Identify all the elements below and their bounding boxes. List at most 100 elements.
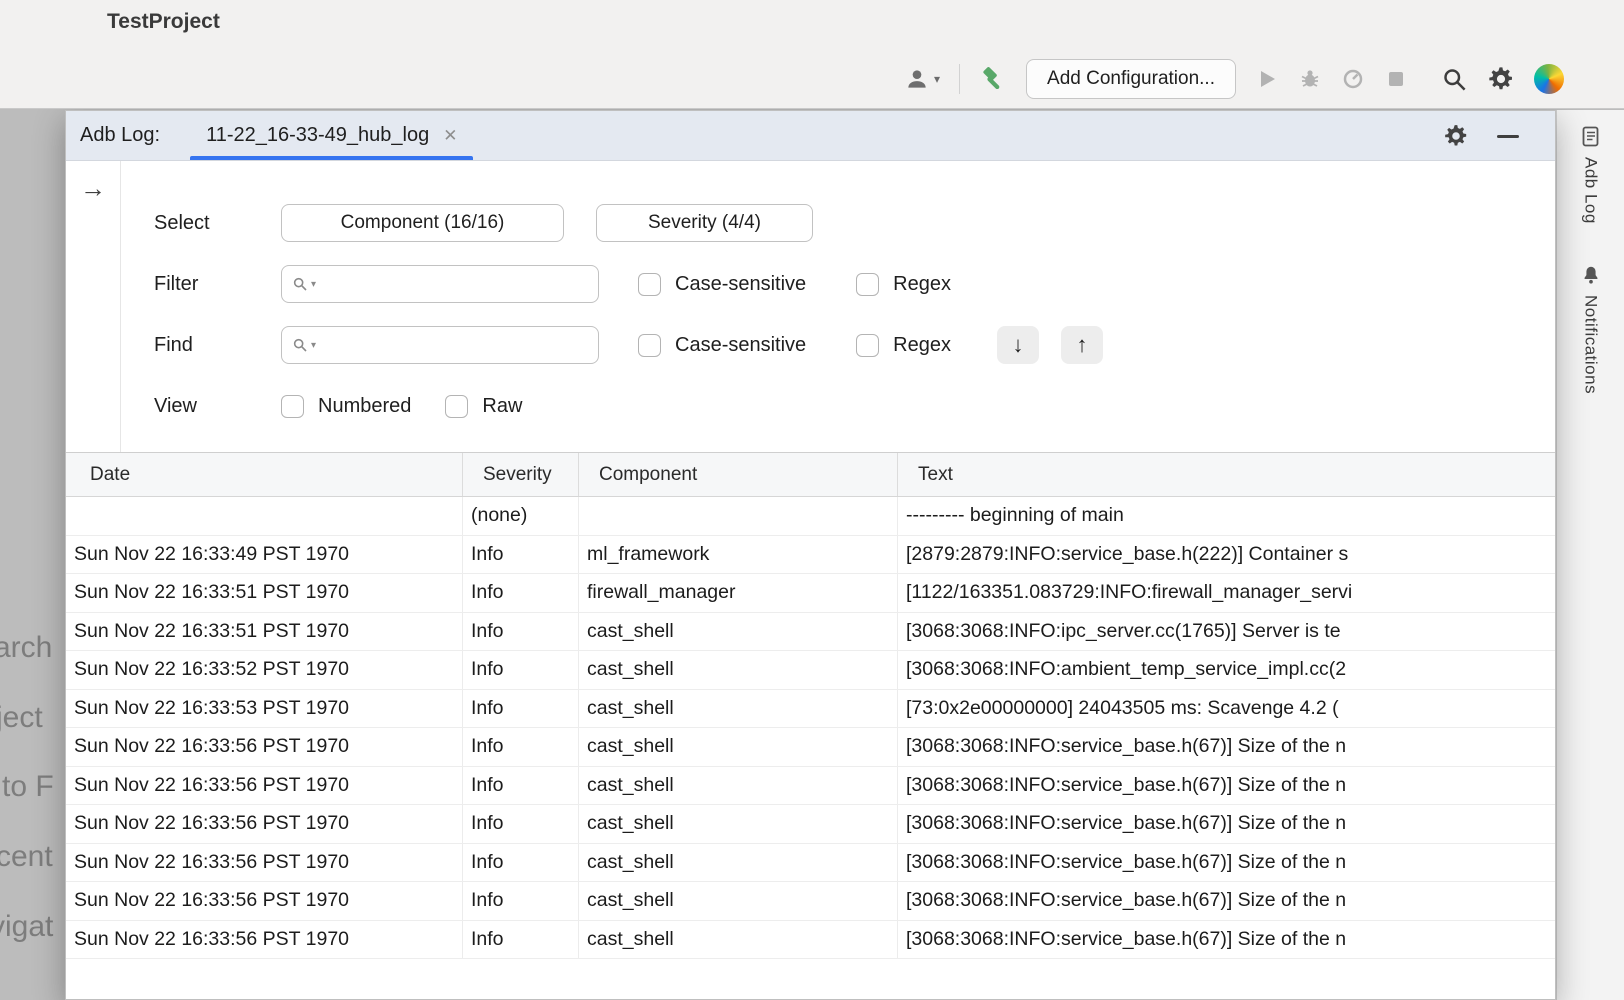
close-icon[interactable]: ✕: [443, 127, 457, 144]
cell-text: [2879:2879:INFO:service_base.h(222)] Con…: [898, 536, 1555, 574]
cell-severity: Info: [463, 651, 579, 689]
find-case-sensitive-group: Case-sensitive: [638, 334, 806, 357]
background-text-fragment: vigat: [0, 910, 53, 944]
select-label: Select: [121, 212, 281, 235]
table-row[interactable]: (none)--------- beginning of main: [66, 497, 1555, 536]
filter-regex-checkbox[interactable]: [856, 273, 879, 296]
cell-severity: Info: [463, 921, 579, 959]
numbered-checkbox[interactable]: [281, 395, 304, 418]
cell-text: [3068:3068:INFO:service_base.h(67)] Size…: [898, 921, 1555, 959]
filter-section: → Select Component (16/16) Severity (4/4…: [66, 161, 1555, 453]
assistant-button[interactable]: [1534, 64, 1564, 94]
cell-text: [3068:3068:INFO:service_base.h(67)] Size…: [898, 728, 1555, 766]
scroll-to-end-icon[interactable]: →: [80, 175, 106, 452]
find-row: Find ▾ Case-sensitive Regex ↓ ↑: [121, 326, 1555, 364]
regex-label: Regex: [893, 334, 951, 357]
profile-button[interactable]: [1341, 67, 1365, 91]
stop-button[interactable]: [1384, 67, 1408, 91]
log-table-body: (none)--------- beginning of mainSun Nov…: [66, 497, 1555, 999]
bug-icon: [1298, 67, 1322, 91]
table-row[interactable]: Sun Nov 22 16:33:56 PST 1970Infocast_she…: [66, 882, 1555, 921]
cell-component: cast_shell: [579, 882, 898, 920]
cell-text: [3068:3068:INFO:service_base.h(67)] Size…: [898, 767, 1555, 805]
chevron-down-icon[interactable]: ▾: [311, 340, 316, 351]
search-everywhere-button[interactable]: [1441, 66, 1468, 93]
tool-button-label: Notifications: [1581, 295, 1601, 394]
cell-date: Sun Nov 22 16:33:53 PST 1970: [66, 690, 463, 728]
user-icon: [904, 66, 930, 92]
add-configuration-button[interactable]: Add Configuration...: [1026, 59, 1236, 99]
table-row[interactable]: Sun Nov 22 16:33:51 PST 1970Infofirewall…: [66, 574, 1555, 613]
case-sensitive-label: Case-sensitive: [675, 334, 806, 357]
search-icon: [292, 337, 308, 353]
run-button[interactable]: [1255, 67, 1279, 91]
column-header-text[interactable]: Text: [898, 453, 1555, 496]
settings-button[interactable]: [1487, 65, 1515, 93]
main-toolbar: ▾ Add Configuration...: [904, 58, 1564, 100]
column-header-date[interactable]: Date: [66, 453, 463, 496]
user-profile-button[interactable]: ▾: [904, 66, 940, 92]
cell-severity: Info: [463, 844, 579, 882]
raw-group: Raw: [445, 395, 522, 418]
titlebar: TestProject ▾ Add Configuration...: [0, 0, 1624, 109]
find-case-sensitive-checkbox[interactable]: [638, 334, 661, 357]
severity-filter-button[interactable]: Severity (4/4): [596, 204, 813, 242]
cell-severity: Info: [463, 690, 579, 728]
log-table: DateSeverityComponentText (none)--------…: [66, 453, 1555, 999]
cell-component: cast_shell: [579, 613, 898, 651]
filter-form: Select Component (16/16) Severity (4/4) …: [121, 161, 1555, 452]
gear-icon[interactable]: [1443, 123, 1469, 149]
table-row[interactable]: Sun Nov 22 16:33:51 PST 1970Infocast_she…: [66, 613, 1555, 652]
column-header-component[interactable]: Component: [579, 453, 898, 496]
filter-input-box: ▾: [281, 265, 599, 303]
cell-date: [66, 497, 463, 535]
table-row[interactable]: Sun Nov 22 16:33:52 PST 1970Infocast_she…: [66, 651, 1555, 690]
panel-header-actions: [1443, 111, 1519, 161]
cell-text: [1122/163351.083729:INFO:firewall_manage…: [898, 574, 1555, 612]
filter-case-sensitive-checkbox[interactable]: [638, 273, 661, 296]
find-input[interactable]: [325, 334, 590, 356]
column-header-severity[interactable]: Severity: [463, 453, 579, 496]
filter-input[interactable]: [325, 273, 590, 295]
cell-text: [3068:3068:INFO:ambient_temp_service_imp…: [898, 651, 1555, 689]
chevron-down-icon[interactable]: ▾: [311, 279, 316, 290]
cell-text: [3068:3068:INFO:service_base.h(67)] Size…: [898, 882, 1555, 920]
table-row[interactable]: Sun Nov 22 16:33:56 PST 1970Infocast_she…: [66, 805, 1555, 844]
cell-text: [3068:3068:INFO:ipc_server.cc(1765)] Ser…: [898, 613, 1555, 651]
cell-component: firewall_manager: [579, 574, 898, 612]
table-row[interactable]: Sun Nov 22 16:33:53 PST 1970Infocast_she…: [66, 690, 1555, 729]
find-input-box: ▾: [281, 326, 599, 364]
cell-date: Sun Nov 22 16:33:56 PST 1970: [66, 882, 463, 920]
tool-button-adb-log[interactable]: Adb Log: [1581, 126, 1601, 224]
minimize-icon[interactable]: [1497, 135, 1519, 138]
table-row[interactable]: Sun Nov 22 16:33:49 PST 1970Infoml_frame…: [66, 536, 1555, 575]
find-previous-button[interactable]: ↑: [1061, 326, 1103, 364]
filter-regex-group: Regex: [856, 273, 951, 296]
find-label: Find: [121, 334, 281, 357]
table-row[interactable]: Sun Nov 22 16:33:56 PST 1970Infocast_she…: [66, 921, 1555, 960]
find-next-button[interactable]: ↓: [997, 326, 1039, 364]
table-row[interactable]: Sun Nov 22 16:33:56 PST 1970Infocast_she…: [66, 844, 1555, 883]
cell-component: cast_shell: [579, 651, 898, 689]
raw-label: Raw: [482, 395, 522, 418]
component-filter-button[interactable]: Component (16/16): [281, 204, 564, 242]
table-row[interactable]: Sun Nov 22 16:33:56 PST 1970Infocast_she…: [66, 728, 1555, 767]
build-button[interactable]: [979, 65, 1007, 93]
cell-date: Sun Nov 22 16:33:49 PST 1970: [66, 536, 463, 574]
cell-text: --------- beginning of main: [898, 497, 1555, 535]
log-tab-label: 11-22_16-33-49_hub_log: [206, 124, 429, 147]
case-sensitive-label: Case-sensitive: [675, 273, 806, 296]
table-row[interactable]: Sun Nov 22 16:33:56 PST 1970Infocast_she…: [66, 767, 1555, 806]
cell-severity: Info: [463, 536, 579, 574]
raw-checkbox[interactable]: [445, 395, 468, 418]
find-regex-checkbox[interactable]: [856, 334, 879, 357]
filter-case-sensitive-group: Case-sensitive: [638, 273, 806, 296]
background-text-fragment: to F: [2, 770, 54, 804]
cell-component: cast_shell: [579, 921, 898, 959]
cell-date: Sun Nov 22 16:33:56 PST 1970: [66, 921, 463, 959]
cell-severity: Info: [463, 805, 579, 843]
tool-button-notifications[interactable]: Notifications: [1580, 264, 1602, 394]
stop-icon: [1384, 67, 1408, 91]
debug-button[interactable]: [1298, 67, 1322, 91]
log-tab[interactable]: 11-22_16-33-49_hub_log ✕: [190, 111, 473, 160]
